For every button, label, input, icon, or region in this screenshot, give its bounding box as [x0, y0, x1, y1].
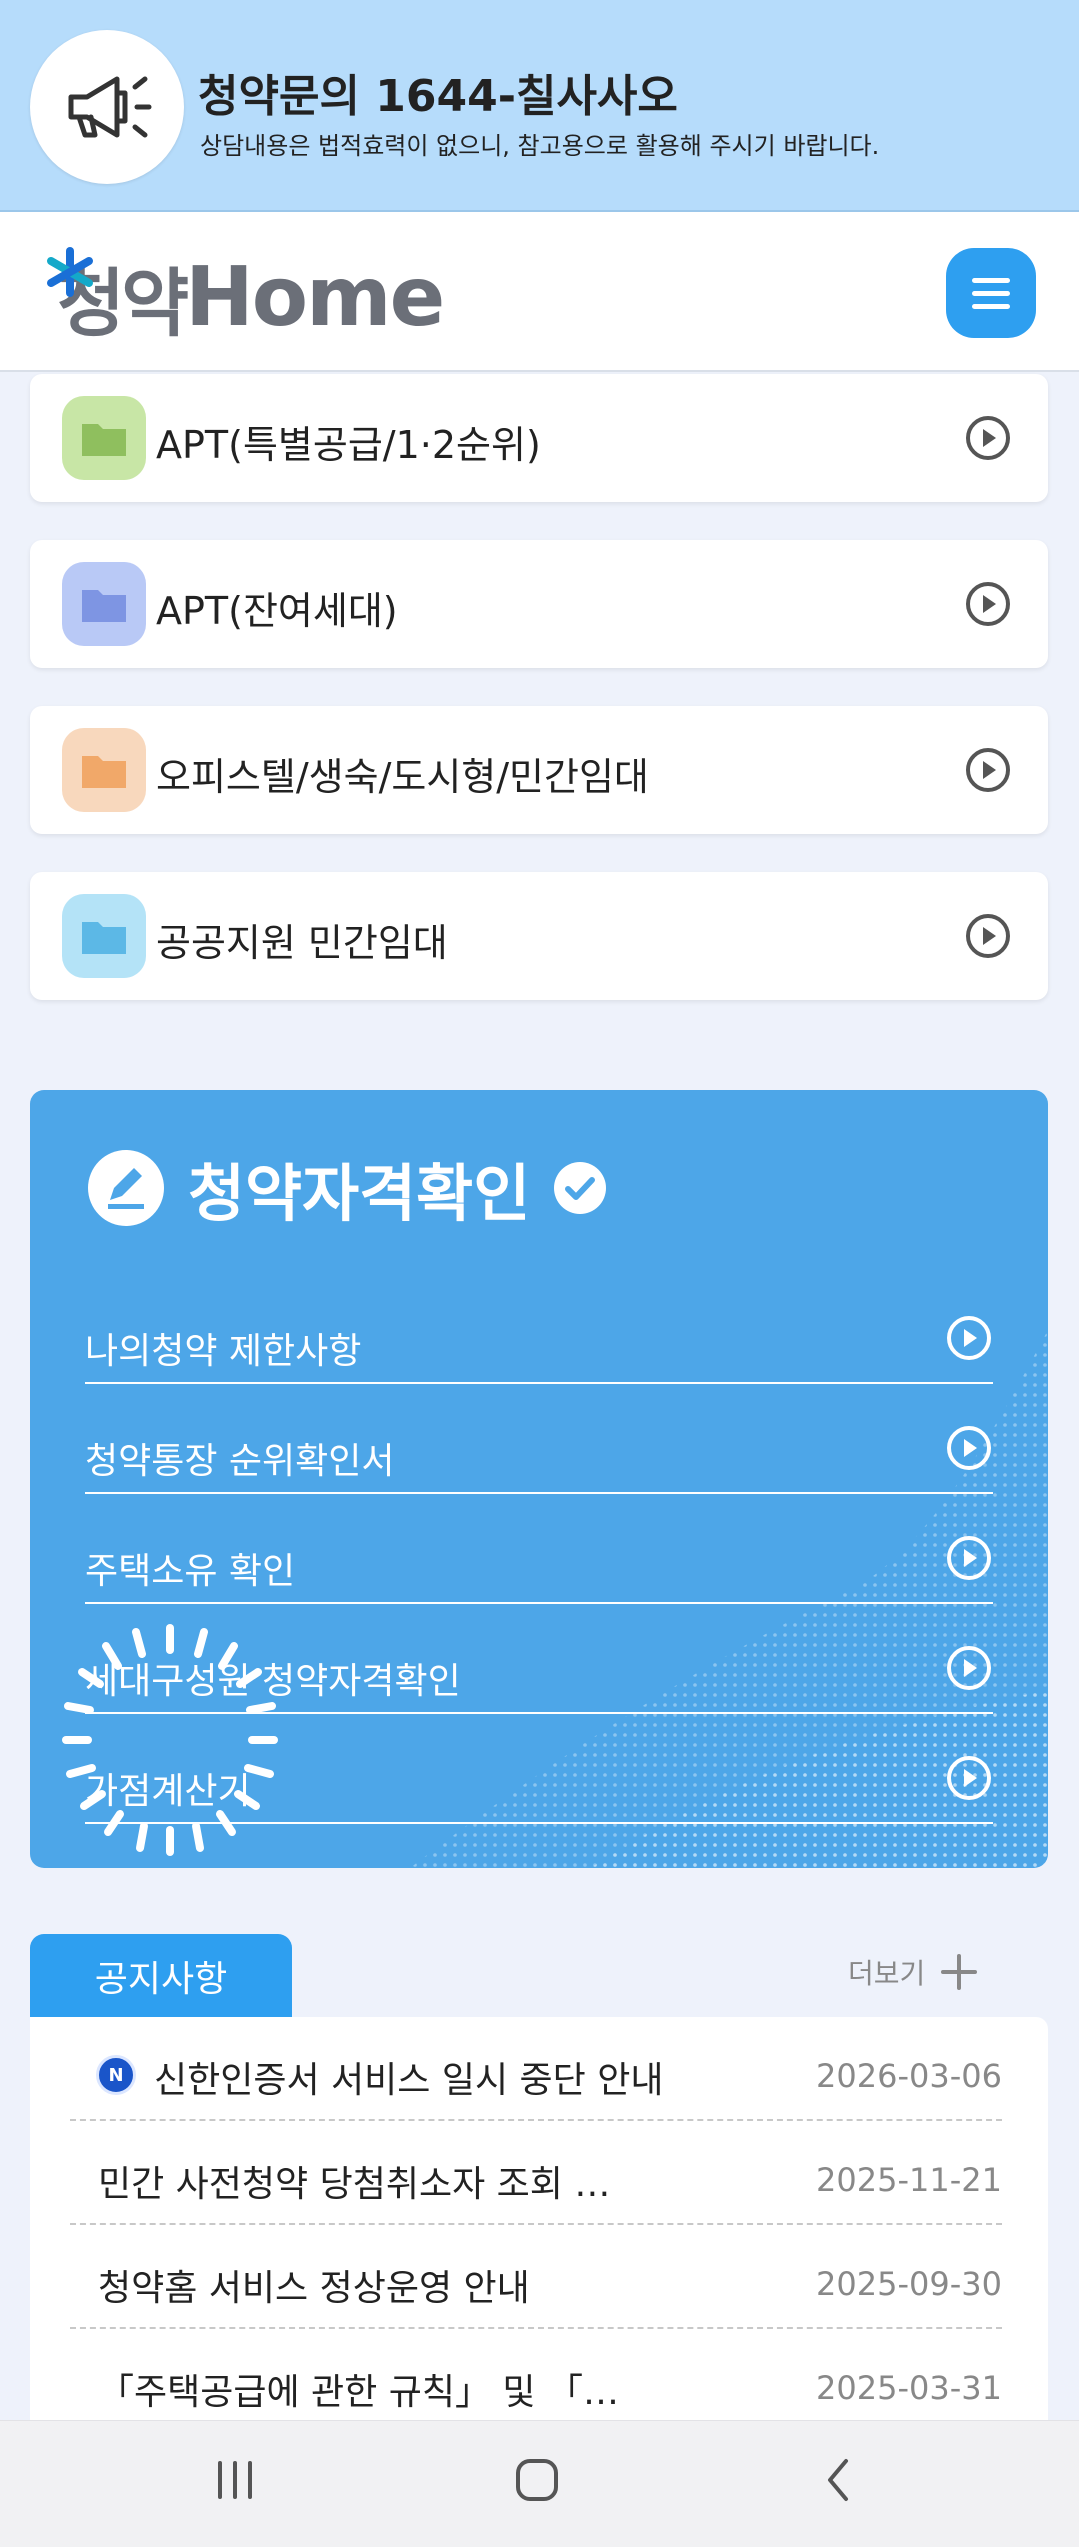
category-item-public-rental[interactable]: 공공지원 민간임대: [30, 872, 1048, 1000]
category-label: 공공지원 민간임대: [156, 921, 448, 965]
banner-subtitle: 상담내용은 법적효력이 없으니, 참고용으로 활용해 주시기 바랍니다.: [200, 132, 880, 160]
megaphone-icon: [30, 30, 184, 184]
sparkle-highlight-icon: [62, 1624, 278, 1856]
category-label: APT(잔여세대): [156, 589, 398, 633]
folder-icon: [62, 396, 146, 480]
banner-title: 청약문의 1644-칠사사오: [198, 71, 678, 122]
category-item-apt-special[interactable]: APT(특별공급/1·2순위): [30, 374, 1048, 502]
notice-item[interactable]: N 신한인증서 서비스 일시 중단 안내 2026-03-06: [70, 2017, 1002, 2121]
new-badge: N: [96, 2055, 136, 2095]
play-circle-icon: [947, 1536, 991, 1580]
folder-icon: [62, 562, 146, 646]
menu-button[interactable]: [946, 248, 1036, 338]
category-item-apt-remaining[interactable]: APT(잔여세대): [30, 540, 1048, 668]
play-circle-icon: [947, 1646, 991, 1690]
site-logo[interactable]: 청약 Home: [45, 242, 445, 352]
qualification-heading: 청약자격확인: [86, 1148, 608, 1230]
folder-icon: [62, 894, 146, 978]
recent-apps-icon[interactable]: [210, 2455, 260, 2505]
category-item-officetel[interactable]: 오피스텔/생숙/도시형/민간임대: [30, 706, 1048, 834]
home-icon[interactable]: [512, 2455, 562, 2505]
more-link[interactable]: 더보기: [848, 1950, 979, 1994]
logo-text-en: Home: [185, 249, 445, 345]
star-icon: [47, 247, 93, 297]
check-circle-icon: [554, 1162, 607, 1214]
pencil-icon: [88, 1150, 164, 1226]
notice-date: 2025-03-31: [816, 2369, 1002, 2407]
notice-title: 민간 사전청약 당첨취소자 조회 …: [98, 2164, 611, 2205]
qualification-item-label: 청약통장 순위확인서: [85, 1441, 395, 1482]
plus-icon: [941, 1954, 978, 1990]
play-circle-icon: [966, 582, 1010, 626]
qualification-item-label: 주택소유 확인: [85, 1551, 296, 1592]
hamburger-icon: [972, 277, 1010, 283]
play-circle-icon: [966, 416, 1010, 460]
play-circle-icon: [947, 1316, 991, 1360]
notice-date: 2025-09-30: [816, 2265, 1002, 2303]
notice-title: 「주택공급에 관한 규칙」 및 「…: [98, 2372, 619, 2413]
qualification-item-label: 나의청약 제한사항: [85, 1331, 362, 1372]
category-label: 오피스텔/생숙/도시형/민간임대: [156, 755, 649, 799]
folder-icon: [62, 728, 146, 812]
play-circle-icon: [966, 748, 1010, 792]
notice-date: 2026-03-06: [816, 2057, 1002, 2095]
notice-date: 2025-11-21: [816, 2161, 1002, 2199]
play-circle-icon: [947, 1756, 991, 1800]
play-circle-icon: [966, 914, 1010, 958]
top-banner: 청약문의 1644-칠사사오 상담내용은 법적효력이 없으니, 참고용으로 활용…: [0, 0, 1079, 212]
qualification-panel: 청약자격확인 나의청약 제한사항 청약통장 순위확인서 주택소유 확인 세대구성…: [30, 1090, 1048, 1868]
play-circle-icon: [947, 1426, 991, 1470]
qualification-title: 청약자격확인: [188, 1157, 531, 1230]
notice-item[interactable]: 민간 사전청약 당첨취소자 조회 … 2025-11-21: [70, 2121, 1002, 2225]
notice-item[interactable]: 청약홈 서비스 정상운영 안내 2025-09-30: [70, 2225, 1002, 2329]
more-label: 더보기: [848, 1957, 926, 1990]
system-navigation-bar: [0, 2420, 1079, 2547]
qualification-item-account-rank[interactable]: 청약통장 순위확인서: [85, 1384, 993, 1494]
notice-title: 신한인증서 서비스 일시 중단 안내: [154, 2060, 664, 2101]
notice-title: 청약홈 서비스 정상운영 안내: [98, 2268, 530, 2309]
tab-notice[interactable]: 공지사항: [30, 1934, 292, 2018]
notice-item[interactable]: 「주택공급에 관한 규칙」 및 「… 2025-03-31: [70, 2329, 1002, 2433]
category-label: APT(특별공급/1·2순위): [156, 423, 541, 467]
back-icon[interactable]: [814, 2455, 864, 2505]
qualification-item-restriction[interactable]: 나의청약 제한사항: [85, 1274, 993, 1384]
site-header: 청약 Home: [0, 212, 1079, 372]
qualification-item-house-ownership[interactable]: 주택소유 확인: [85, 1494, 993, 1604]
